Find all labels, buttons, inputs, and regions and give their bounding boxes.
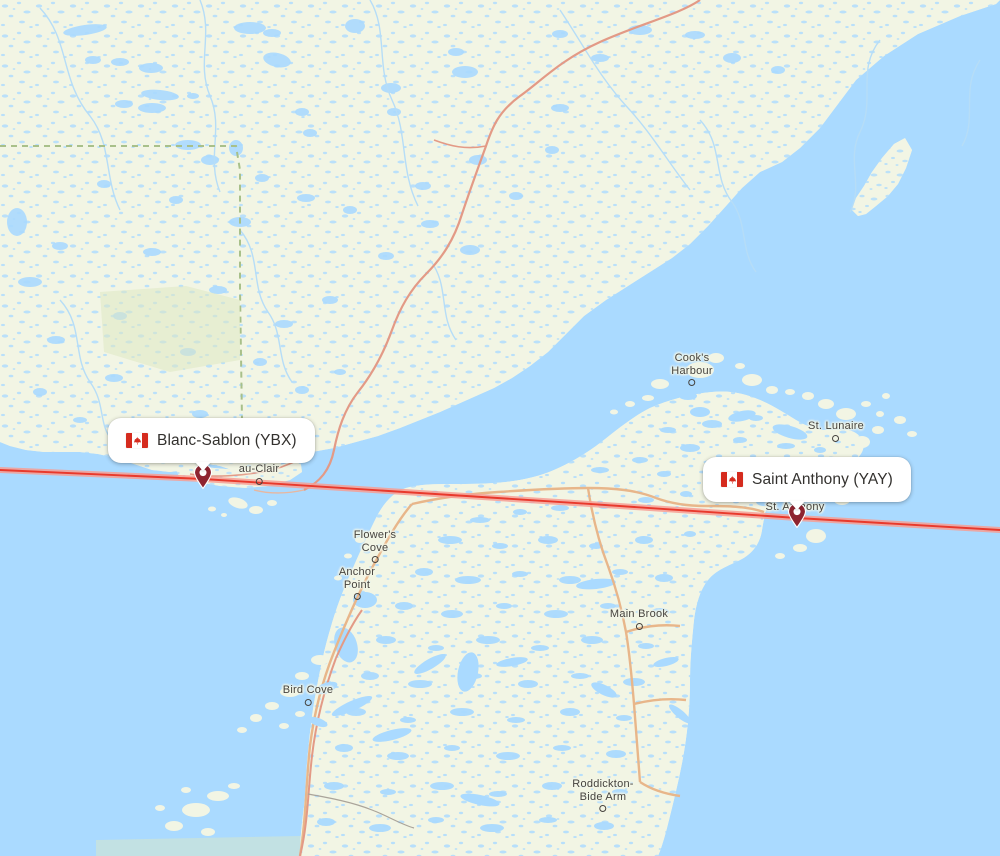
callout-tail bbox=[195, 462, 211, 471]
airport-label-text: Saint Anthony (YAY) bbox=[752, 470, 893, 488]
flight-route-map[interactable]: Cook's HarbourSt. Lunaireau-ClairSt. Ant… bbox=[0, 0, 1000, 856]
airport-label-text: Blanc-Sablon (YBX) bbox=[157, 431, 297, 449]
callout-tail bbox=[789, 501, 805, 510]
airport-label-origin[interactable]: Blanc-Sablon (YBX) bbox=[108, 418, 315, 471]
airport-label-destination[interactable]: Saint Anthony (YAY) bbox=[703, 457, 911, 510]
canada-flag-icon bbox=[126, 433, 148, 448]
canada-flag-icon bbox=[721, 472, 743, 487]
